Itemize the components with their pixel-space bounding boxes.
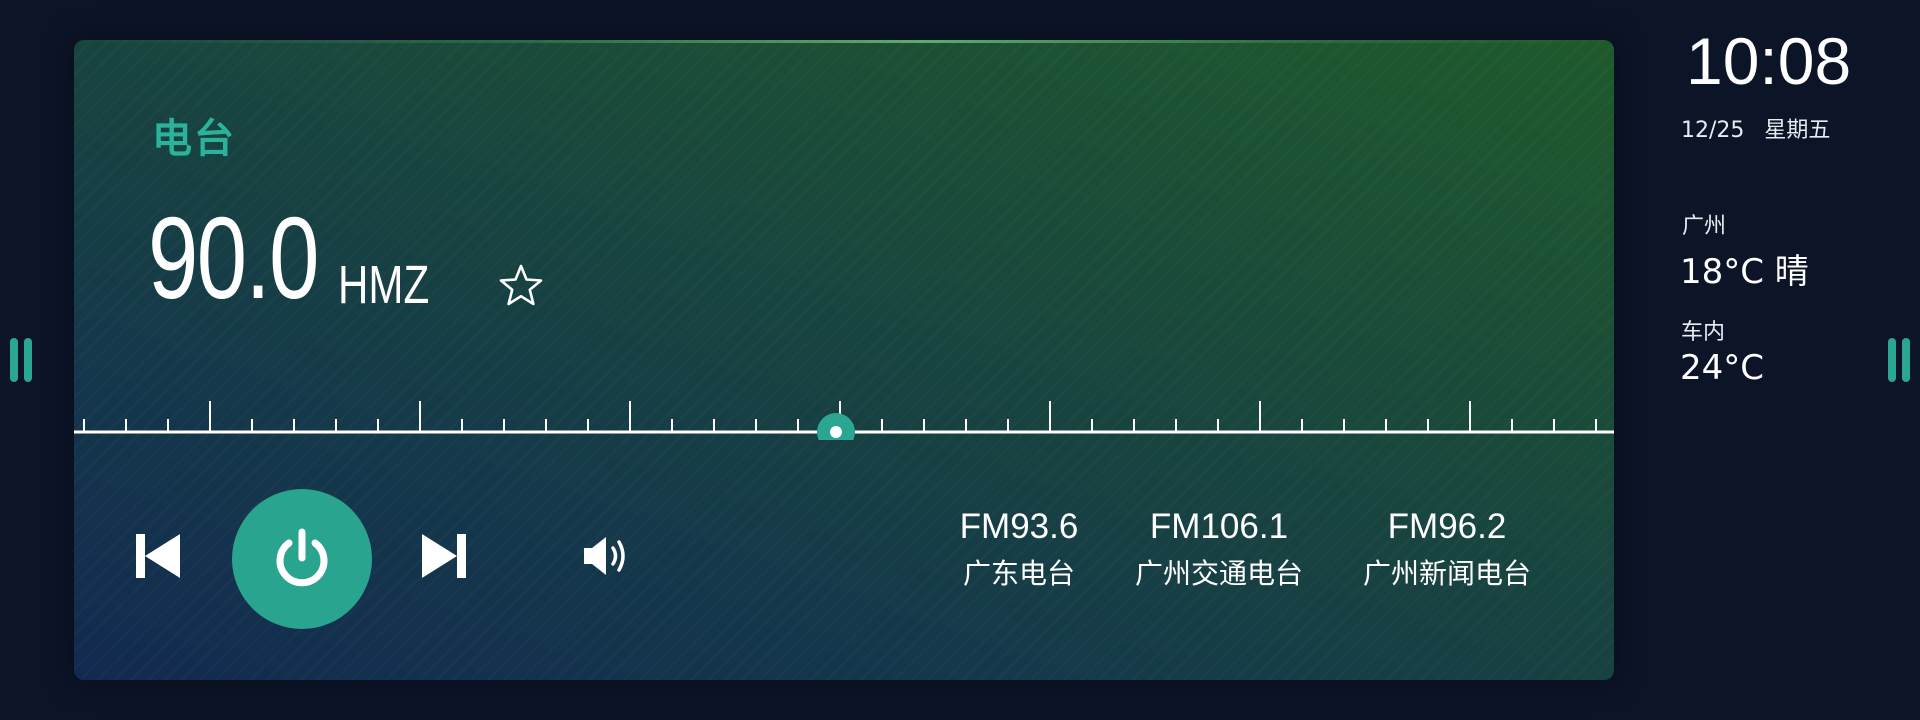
tuner-knob[interactable]	[817, 413, 855, 440]
tuner-dial[interactable]	[74, 380, 1614, 440]
preset-frequency: FM106.1	[1149, 507, 1289, 546]
preset-station[interactable]: FM96.2 广州新闻电台	[1363, 506, 1531, 593]
right-drawer-handle[interactable]	[1888, 338, 1910, 382]
handle-bar	[1888, 338, 1896, 382]
preset-station[interactable]: FM106.1 广州交通电台	[1135, 506, 1303, 593]
date-line: 12/25 星期五	[1681, 112, 1850, 144]
preset-name: 广州交通电台	[1134, 557, 1304, 590]
handle-bar	[10, 338, 18, 382]
power-icon	[276, 528, 328, 587]
indoor-temperature: 24°C	[1680, 348, 1765, 388]
preset-frequency: FM93.6	[959, 507, 1079, 546]
preset-name: 广州新闻电台	[1362, 557, 1532, 590]
skip-next-icon[interactable]	[420, 532, 468, 580]
preset-station[interactable]: FM93.6 广东电台	[960, 506, 1079, 593]
section-title: 电台	[152, 116, 236, 162]
frequency-display: 90.0	[148, 193, 319, 323]
weekday: 星期五	[1764, 118, 1831, 143]
date: 12/25	[1681, 118, 1745, 143]
radio-panel: 电台 90.0 HMZ FM93.6 广东电台 FM106.1 广州交通电台 F…	[74, 40, 1614, 680]
volume-icon[interactable]	[582, 532, 632, 580]
star-outline-icon[interactable]	[498, 262, 544, 308]
power-button[interactable]	[232, 489, 372, 629]
panel-top-glow	[74, 40, 1614, 43]
preset-frequency: FM96.2	[1387, 507, 1507, 546]
preset-name: 广东电台	[962, 557, 1075, 590]
city-label: 广州	[1682, 214, 1727, 239]
handle-bar	[1902, 338, 1910, 382]
outdoor-weather: 18°C 晴	[1680, 252, 1809, 292]
left-drawer-handle[interactable]	[10, 338, 32, 382]
frequency-unit: HMZ	[338, 255, 430, 315]
clock: 10:08	[1686, 24, 1852, 98]
indoor-label: 车内	[1681, 320, 1726, 345]
skip-previous-icon[interactable]	[134, 532, 182, 580]
handle-bar	[24, 338, 32, 382]
